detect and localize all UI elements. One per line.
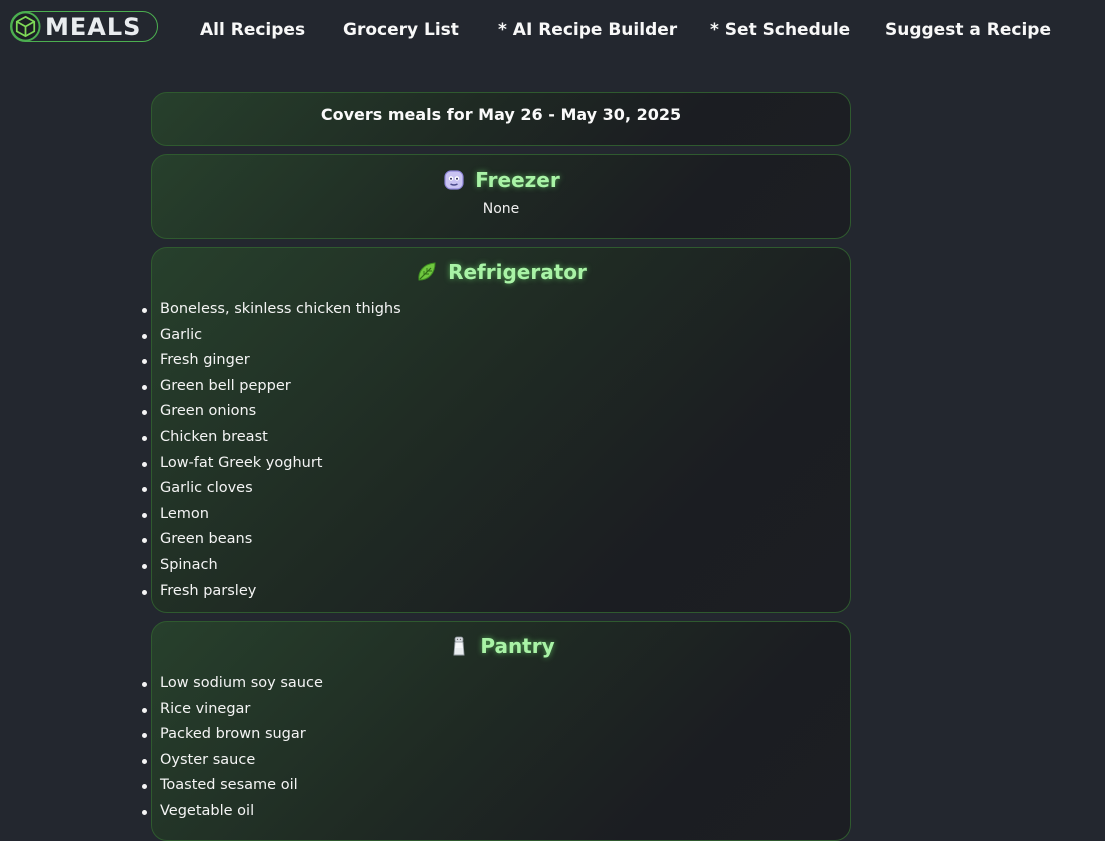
logo-text: MEALS (45, 12, 142, 41)
freezer-section: Freezer None (151, 154, 851, 239)
nav-set-schedule[interactable]: * Set Schedule (710, 20, 850, 40)
nav-all-recipes[interactable]: All Recipes (200, 20, 305, 40)
freezer-empty-text: None (482, 201, 520, 217)
list-item: Oyster sauce (141, 748, 323, 774)
list-item: Green beans (141, 527, 401, 553)
list-item: Green bell pepper (141, 374, 401, 400)
list-item: Fresh ginger (141, 348, 401, 374)
nav-ai-recipe-builder[interactable]: * AI Recipe Builder (498, 20, 677, 40)
leafy-green-icon (418, 262, 436, 281)
pantry-title: Pantry (480, 634, 555, 658)
meals-logo[interactable]: MEALS (10, 11, 158, 42)
pantry-heading: Pantry (152, 634, 850, 658)
list-item: Garlic (141, 323, 401, 349)
nav-suggest-recipe[interactable]: Suggest a Recipe (885, 20, 1051, 40)
pantry-section: Pantry Low sodium soy sauce Rice vinegar… (141, 621, 851, 841)
list-item: Spinach (141, 553, 401, 579)
top-navbar: MEALS All Recipes Grocery List * AI Reci… (0, 0, 1105, 62)
refrigerator-title: Refrigerator (448, 260, 587, 284)
freezer-heading: Freezer (152, 168, 850, 192)
list-item: Toasted sesame oil (141, 773, 323, 799)
date-range-text: Covers meals for May 26 - May 30, 2025 (320, 105, 682, 124)
freezer-title: Freezer (475, 168, 560, 192)
cube-logo-icon (10, 11, 41, 42)
list-item: Green onions (141, 399, 401, 425)
pantry-list: Low sodium soy sauce Rice vinegar Packed… (141, 671, 323, 825)
list-item: Garlic cloves (141, 476, 401, 502)
refrigerator-section: Refrigerator Boneless, skinless chicken … (141, 247, 851, 613)
list-item: Fresh parsley (141, 579, 401, 605)
list-item: Packed brown sugar (141, 722, 323, 748)
list-item: Chicken breast (141, 425, 401, 451)
salt-shaker-icon (453, 636, 465, 656)
nav-grocery-list[interactable]: Grocery List (343, 20, 459, 40)
list-item: Boneless, skinless chicken thighs (141, 297, 401, 323)
refrigerator-list: Boneless, skinless chicken thighs Garlic… (141, 297, 401, 604)
refrigerator-heading: Refrigerator (152, 260, 850, 284)
ice-cube-face-icon (444, 170, 464, 190)
list-item: Low-fat Greek yoghurt (141, 451, 401, 477)
list-item: Rice vinegar (141, 697, 323, 723)
date-range-card: Covers meals for May 26 - May 30, 2025 (151, 92, 851, 146)
list-item: Vegetable oil (141, 799, 323, 825)
list-item: Low sodium soy sauce (141, 671, 323, 697)
list-item: Lemon (141, 502, 401, 528)
